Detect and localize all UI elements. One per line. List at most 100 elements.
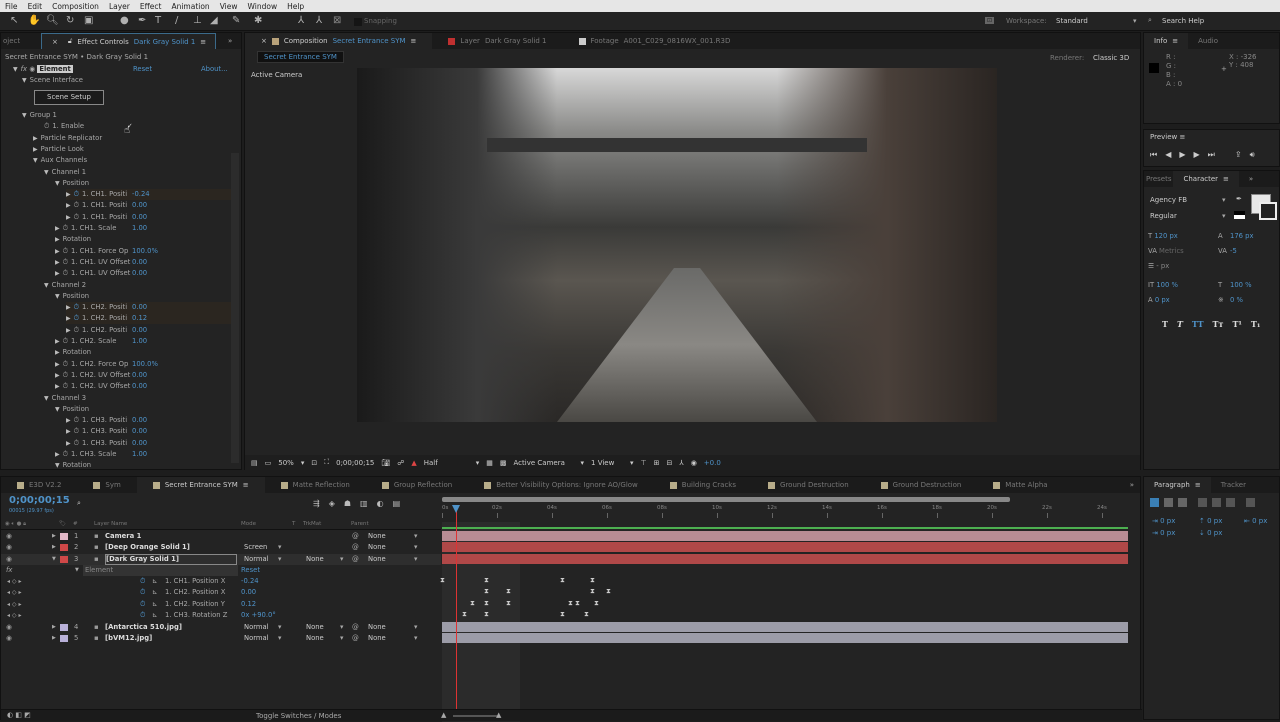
property-value[interactable]: 0.00 — [132, 415, 147, 426]
effect-property-row[interactable]: ◂ ◇ ▸ ⏱︎ ⊾ 1. CH2. Position X 0.00 — [1, 587, 441, 598]
effect-property-row[interactable]: ◂ ◇ ▸ ⏱︎ ⊾ 1. CH3. Rotation Z 0x +90.0° — [1, 610, 441, 621]
menu-icon[interactable]: ≡ — [411, 37, 417, 45]
axis-world-icon[interactable]: ⅄ — [316, 15, 322, 26]
comp-flowchart-icon[interactable]: ⇶ — [313, 499, 320, 508]
fx-icon[interactable]: fx — [6, 565, 12, 576]
effect-property-row[interactable]: ▶ ⏱︎ 1. CH3. Scale 1.00 — [55, 449, 231, 460]
pick-whip-icon[interactable]: @ — [352, 554, 359, 565]
stopwatch-icon[interactable]: ⏱︎ — [74, 190, 79, 198]
indent-left-field[interactable]: ⇥ 0 px — [1152, 517, 1175, 525]
pick-whip-icon[interactable]: @ — [352, 531, 359, 542]
stopwatch-icon[interactable]: ⏱︎ — [63, 258, 68, 266]
search-help-input[interactable]: Search Help — [1162, 17, 1204, 25]
effect-property-row[interactable]: ▼ Aux Channels — [33, 155, 231, 166]
twirl-closed-icon[interactable]: ▶ — [55, 361, 60, 368]
tab-timeline[interactable]: Sym — [77, 477, 136, 493]
toggle-icon[interactable]: ⊤ — [641, 459, 647, 467]
keyframe-icon[interactable]: ⧗ — [568, 599, 573, 608]
keyframe-icon[interactable]: ⧗ — [440, 576, 445, 585]
property-value[interactable]: 0x +90.0° — [241, 610, 276, 621]
visibility-eye-icon[interactable]: ◉ — [6, 542, 12, 553]
track-matte-select[interactable]: None — [306, 633, 324, 644]
stopwatch-icon[interactable]: ⏱︎ — [74, 314, 79, 322]
zoom-tool-icon[interactable]: 🔍︎ — [46, 15, 59, 26]
font-style-select[interactable]: Regular — [1150, 212, 1225, 220]
justify-right-icon[interactable] — [1226, 498, 1235, 507]
monitor-icon[interactable]: ▭ — [265, 459, 272, 467]
justify-all-icon[interactable] — [1246, 498, 1255, 507]
layer-name[interactable]: [bVM12.jpg] — [105, 633, 152, 644]
effect-property-row[interactable]: ▼ Channel 3 — [44, 393, 231, 404]
tab-project[interactable]: oject — [1, 33, 41, 49]
draft-3d-icon[interactable]: ◈ — [329, 499, 335, 508]
layer-name[interactable]: Camera 1 — [105, 531, 141, 542]
tab-audio[interactable]: Audio — [1188, 33, 1228, 49]
effect-property-row[interactable]: ▶ ⏱︎ 1. CH2. Force Op 100.0% — [55, 359, 231, 370]
tab-timeline[interactable]: Group Reflection — [366, 477, 468, 493]
tab-timeline[interactable]: Matte Alpha — [977, 477, 1063, 493]
layer-name[interactable]: [Dark Gray Solid 1] — [105, 553, 237, 565]
keyframe-icon[interactable]: ⧗ — [484, 576, 489, 585]
twirl-closed-icon[interactable]: ▶ — [66, 202, 71, 209]
tab-comp-composition[interactable]: × Composition Secret Entrance SYM ≡ — [245, 33, 433, 49]
twirl-closed-icon[interactable]: ▶ — [55, 225, 60, 232]
fit-icon[interactable]: ⊡ — [311, 459, 317, 467]
menu-window[interactable]: Window — [248, 2, 278, 11]
twirl-open-icon[interactable]: ▼ — [22, 112, 27, 119]
motion-blur-icon[interactable]: ◐ — [377, 499, 384, 508]
fx-icon[interactable]: fx — [21, 65, 27, 73]
twirl-closed-icon[interactable]: ▶ — [66, 327, 71, 334]
tab-character[interactable]: Character ≡ — [1173, 171, 1239, 187]
frame-blending-icon[interactable]: ▥ — [360, 499, 368, 508]
menu-view[interactable]: View — [220, 2, 238, 11]
property-value[interactable]: 1.00 — [132, 449, 147, 460]
all-caps-icon[interactable]: TT — [1192, 319, 1204, 329]
property-value[interactable]: 0.12 — [241, 599, 256, 610]
effect-property-row[interactable]: ▶ Rotation — [55, 234, 231, 245]
twirl-open-icon[interactable]: ▼ — [55, 180, 60, 187]
keyframe-icon[interactable]: ⧗ — [462, 610, 467, 619]
tab-timeline[interactable]: Better Visibility Options: Ignore AO/Glo… — [468, 477, 654, 493]
grid-icon[interactable]: ▩ — [500, 459, 507, 467]
twirl-closed-icon[interactable]: ▶ — [66, 304, 71, 311]
effect-name[interactable]: Element — [83, 565, 238, 576]
stopwatch-icon[interactable]: ⏱︎ — [63, 450, 68, 458]
blend-mode-select[interactable]: Normal — [244, 554, 269, 565]
layer-duration-bar[interactable] — [442, 553, 1128, 564]
leading-field[interactable]: 176 px — [1230, 229, 1253, 244]
horizontal-scale-field[interactable]: 100 % — [1230, 278, 1252, 293]
layer-row[interactable]: ◉ ▶ 4 ▪ [Antarctica 510.jpg] Normal ▾ None ▾ @ Non… — [1, 622, 441, 633]
tab-paragraph[interactable]: Paragraph ≡ — [1144, 477, 1211, 493]
ellipse-tool-icon[interactable]: ● — [120, 15, 129, 26]
effect-property-row[interactable]: ▶ ⏱︎ 1. CH1. UV Offset 0.00 — [55, 257, 231, 268]
tab-tracker[interactable]: Tracker — [1211, 477, 1256, 493]
twirl-closed-icon[interactable]: ▶ — [52, 633, 56, 644]
property-value[interactable]: 100.0% — [132, 359, 158, 370]
label-color-swatch[interactable] — [60, 533, 68, 540]
pick-whip-icon[interactable]: @ — [352, 622, 359, 633]
current-time[interactable]: 0;00;00;15 — [336, 459, 374, 467]
region-icon[interactable]: ⛶ — [324, 458, 329, 467]
indent-right-field[interactable]: ⇤ 0 px — [1244, 517, 1267, 525]
camera-select[interactable]: Active Camera — [514, 459, 574, 467]
property-value[interactable]: 0.00 — [132, 325, 147, 336]
twirl-closed-icon[interactable]: ▶ — [55, 259, 60, 266]
timeline-timecode[interactable]: 0;00;00;15 — [9, 495, 70, 506]
search-icon[interactable]: ⌕ — [77, 499, 81, 508]
stopwatch-icon[interactable]: ⏱︎ — [140, 610, 145, 621]
views-select[interactable]: 1 View — [591, 459, 623, 467]
font-family-select[interactable]: Agency FB — [1150, 196, 1225, 204]
effect-property-row[interactable]: ▼ Group 1 — [22, 110, 231, 121]
effect-property-row[interactable]: ▶ Particle Replicator — [33, 133, 231, 144]
menu-effect[interactable]: Effect — [140, 2, 162, 11]
timeline-zoom-slider[interactable] — [453, 715, 497, 717]
twirl-closed-icon[interactable]: ▶ — [66, 315, 71, 322]
twirl-closed-icon[interactable]: ▶ — [55, 338, 60, 345]
tab-info[interactable]: Info ≡ — [1144, 33, 1189, 49]
twirl-closed-icon[interactable]: ▶ — [52, 531, 56, 542]
layer-duration-bar[interactable] — [442, 622, 1128, 632]
effect-property-row[interactable]: ▶ ⏱︎ 1. CH2. Scale 1.00 — [55, 336, 231, 347]
menu-layer[interactable]: Layer — [109, 2, 130, 11]
twirl-closed-icon[interactable]: ▶ — [66, 191, 71, 198]
play-icon[interactable]: ▶︎ — [1179, 150, 1185, 160]
